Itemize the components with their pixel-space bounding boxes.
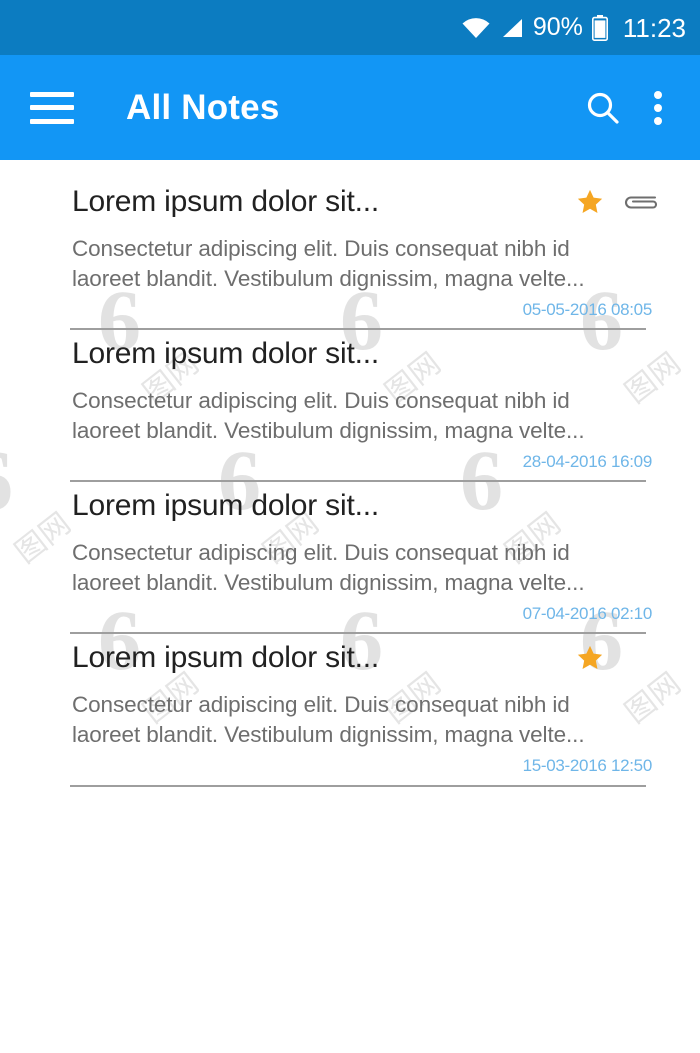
overflow-dot-3 bbox=[654, 116, 662, 125]
note-title: Lorem ipsum dolor sit... bbox=[72, 640, 379, 674]
note-preview: Consectetur adipiscing elit. Duis conseq… bbox=[72, 234, 660, 294]
note-preview-line-2: laoreet blandit. Vestibulum dignissim, m… bbox=[72, 570, 585, 595]
note-preview-line-1: Consectetur adipiscing elit. Duis conseq… bbox=[72, 236, 570, 261]
note-preview-line-2: laoreet blandit. Vestibulum dignissim, m… bbox=[72, 418, 585, 443]
signal-bars-icon bbox=[500, 17, 524, 39]
note-preview-line-2: laoreet blandit. Vestibulum dignissim, m… bbox=[72, 722, 585, 747]
notes-list[interactable]: Lorem ipsum dolor sit... Consectetur adi… bbox=[0, 160, 700, 787]
search-button[interactable] bbox=[579, 84, 627, 132]
hamburger-menu-icon[interactable] bbox=[30, 91, 74, 124]
note-list-item[interactable]: Lorem ipsum dolor sit... Consectetur adi… bbox=[0, 330, 700, 482]
note-title: Lorem ipsum dolor sit... bbox=[72, 336, 379, 370]
note-divider bbox=[70, 785, 646, 787]
note-badges bbox=[576, 644, 604, 672]
note-badges bbox=[576, 188, 660, 216]
overflow-dot-1 bbox=[654, 90, 662, 99]
note-preview: Consectetur adipiscing elit. Duis conseq… bbox=[72, 690, 660, 750]
status-bar-icons: 90% 11:23 bbox=[461, 12, 686, 43]
overflow-dot-2 bbox=[654, 103, 662, 112]
hamburger-bar-1 bbox=[30, 91, 74, 97]
note-header-row: Lorem ipsum dolor sit... bbox=[72, 330, 660, 378]
search-icon bbox=[587, 92, 619, 124]
wifi-icon bbox=[461, 17, 491, 39]
note-list-item[interactable]: Lorem ipsum dolor sit... Consectetur adi… bbox=[0, 482, 700, 634]
overflow-menu-icon bbox=[654, 90, 662, 125]
battery-icon bbox=[591, 14, 608, 41]
note-header-row: Lorem ipsum dolor sit... bbox=[72, 634, 660, 682]
app-screen: 90% 11:23 All Notes 6 图网 6 图网 6 图网 图网 6 … bbox=[0, 0, 700, 1053]
status-bar: 90% 11:23 bbox=[0, 0, 700, 55]
note-date: 15-03-2016 12:50 bbox=[522, 756, 653, 775]
note-preview-line-1: Consectetur adipiscing elit. Duis conseq… bbox=[72, 388, 570, 413]
note-title: Lorem ipsum dolor sit... bbox=[72, 488, 379, 522]
note-preview-line-1: Consectetur adipiscing elit. Duis conseq… bbox=[72, 692, 570, 717]
hamburger-bar-2 bbox=[30, 105, 74, 110]
overflow-menu-button[interactable] bbox=[627, 84, 675, 132]
note-date: 28-04-2016 16:09 bbox=[522, 452, 653, 471]
status-clock: 11:23 bbox=[622, 12, 686, 43]
note-list-item[interactable]: Lorem ipsum dolor sit... Consectetur adi… bbox=[0, 634, 700, 787]
note-date: 05-05-2016 08:05 bbox=[522, 300, 653, 319]
star-icon[interactable] bbox=[576, 188, 604, 216]
note-date: 07-04-2016 02:10 bbox=[522, 604, 653, 623]
app-bar: All Notes bbox=[0, 55, 700, 160]
page-title: All Notes bbox=[126, 87, 280, 127]
star-icon[interactable] bbox=[576, 644, 604, 672]
note-header-row: Lorem ipsum dolor sit... bbox=[72, 178, 660, 226]
battery-percent-label: 90% bbox=[532, 13, 583, 41]
note-preview-line-2: laoreet blandit. Vestibulum dignissim, m… bbox=[72, 266, 585, 291]
paperclip-icon[interactable] bbox=[622, 190, 660, 214]
note-preview: Consectetur adipiscing elit. Duis conseq… bbox=[72, 386, 660, 446]
note-header-row: Lorem ipsum dolor sit... bbox=[72, 482, 660, 530]
note-title: Lorem ipsum dolor sit... bbox=[72, 184, 379, 218]
note-preview-line-1: Consectetur adipiscing elit. Duis conseq… bbox=[72, 540, 570, 565]
note-preview: Consectetur adipiscing elit. Duis conseq… bbox=[72, 538, 660, 598]
hamburger-bar-3 bbox=[30, 118, 74, 124]
note-list-item[interactable]: Lorem ipsum dolor sit... Consectetur adi… bbox=[0, 178, 700, 330]
